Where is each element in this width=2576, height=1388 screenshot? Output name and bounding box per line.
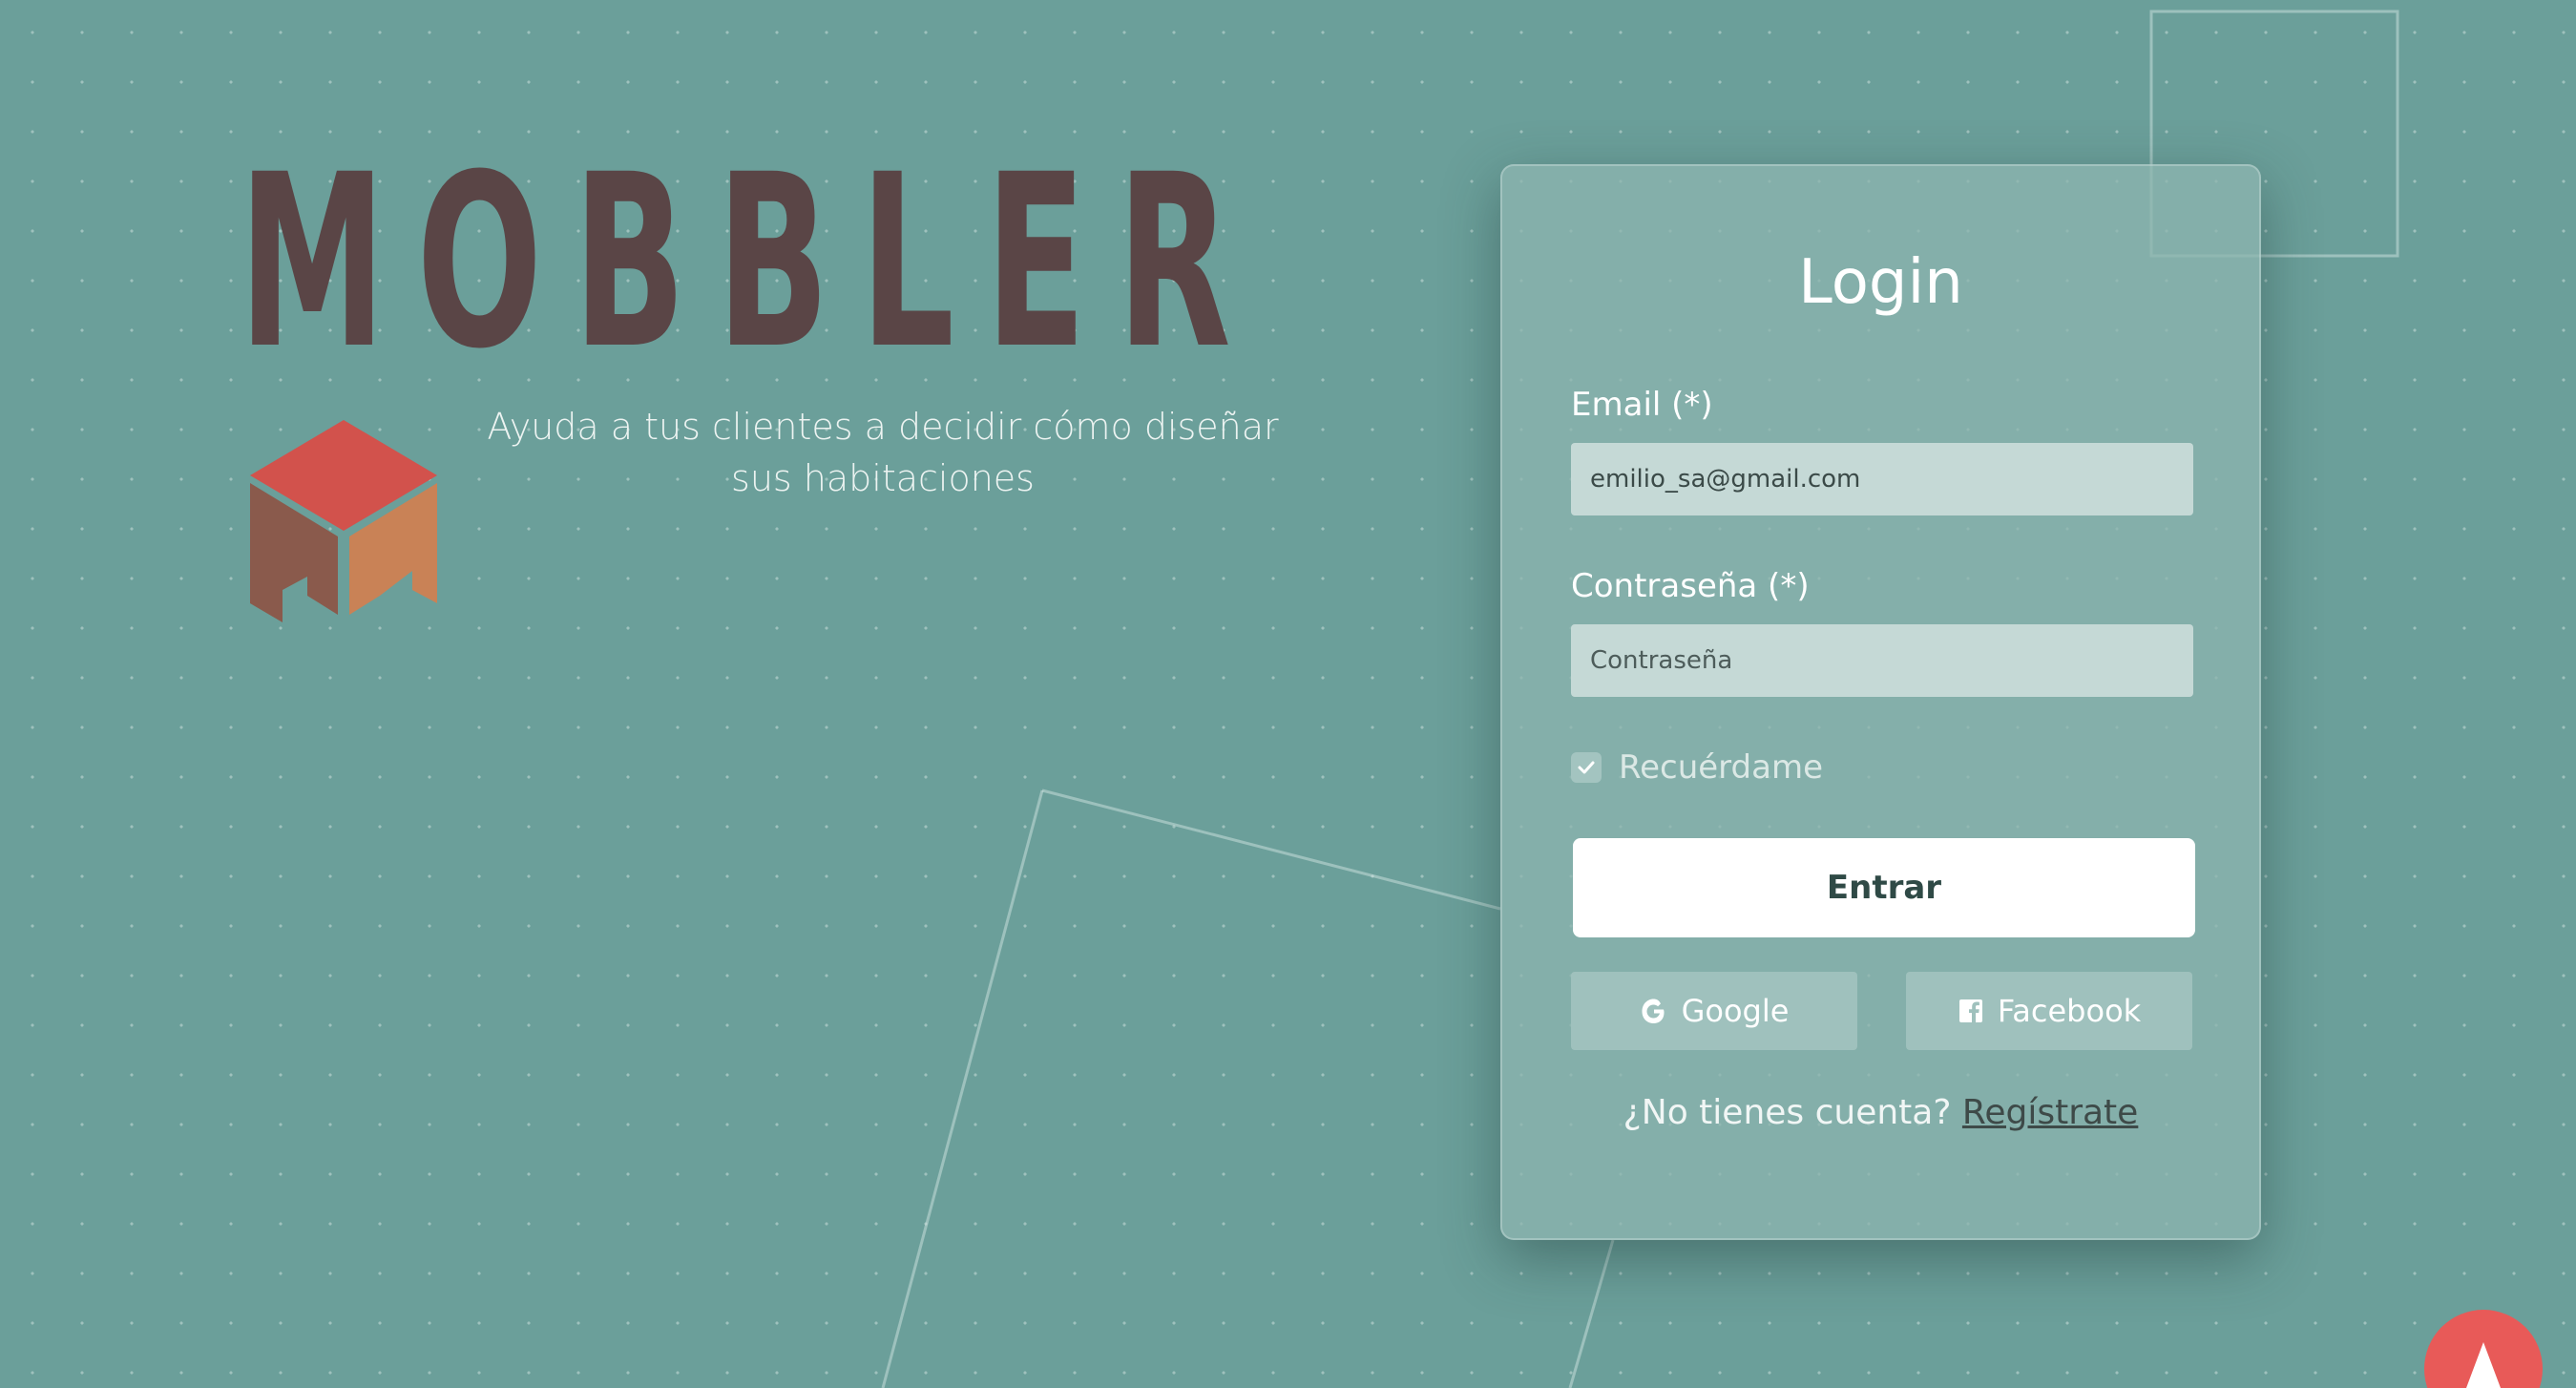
tagline: Ayuda a tus clientes a decidir cómo dise… bbox=[477, 401, 1288, 504]
scroll-top-button[interactable] bbox=[2424, 1310, 2543, 1388]
email-field[interactable] bbox=[1571, 443, 2193, 515]
remember-me: Recuérdame bbox=[1571, 747, 1823, 789]
password-field[interactable] bbox=[1571, 624, 2193, 697]
signup-line: ¿No tienes cuenta? Regístrate bbox=[1502, 1090, 2259, 1136]
cube-logo-icon bbox=[250, 420, 437, 622]
facebook-label: Facebook bbox=[1997, 993, 2142, 1029]
login-title: Login bbox=[1798, 247, 1963, 318]
facebook-icon bbox=[1958, 999, 1982, 1022]
tagline-line-1: Ayuda a tus clientes a decidir cómo dise… bbox=[487, 406, 1279, 448]
password-label: Contraseña (*) bbox=[1571, 567, 1810, 605]
check-icon bbox=[1578, 761, 1595, 774]
google-label: Google bbox=[1681, 993, 1790, 1029]
google-icon bbox=[1642, 999, 1665, 1023]
signup-prompt: ¿No tienes cuenta? bbox=[1623, 1093, 1952, 1132]
submit-button[interactable]: Entrar bbox=[1573, 838, 2195, 937]
brand-title: MOBBLER bbox=[239, 123, 1262, 401]
email-label: Email (*) bbox=[1571, 386, 1713, 424]
login-card: Login Email (*) Contraseña (*) Recuérdam… bbox=[1500, 164, 2261, 1240]
remember-label[interactable]: Recuérdame bbox=[1619, 747, 1823, 789]
facebook-button[interactable]: Facebook bbox=[1906, 972, 2192, 1050]
signup-link[interactable]: Regístrate bbox=[1962, 1093, 2138, 1132]
remember-checkbox[interactable] bbox=[1571, 752, 1602, 783]
tagline-line-2: sus habitaciones bbox=[731, 457, 1035, 499]
arrow-up-icon bbox=[2466, 1342, 2501, 1388]
google-button[interactable]: Google bbox=[1571, 972, 1857, 1050]
